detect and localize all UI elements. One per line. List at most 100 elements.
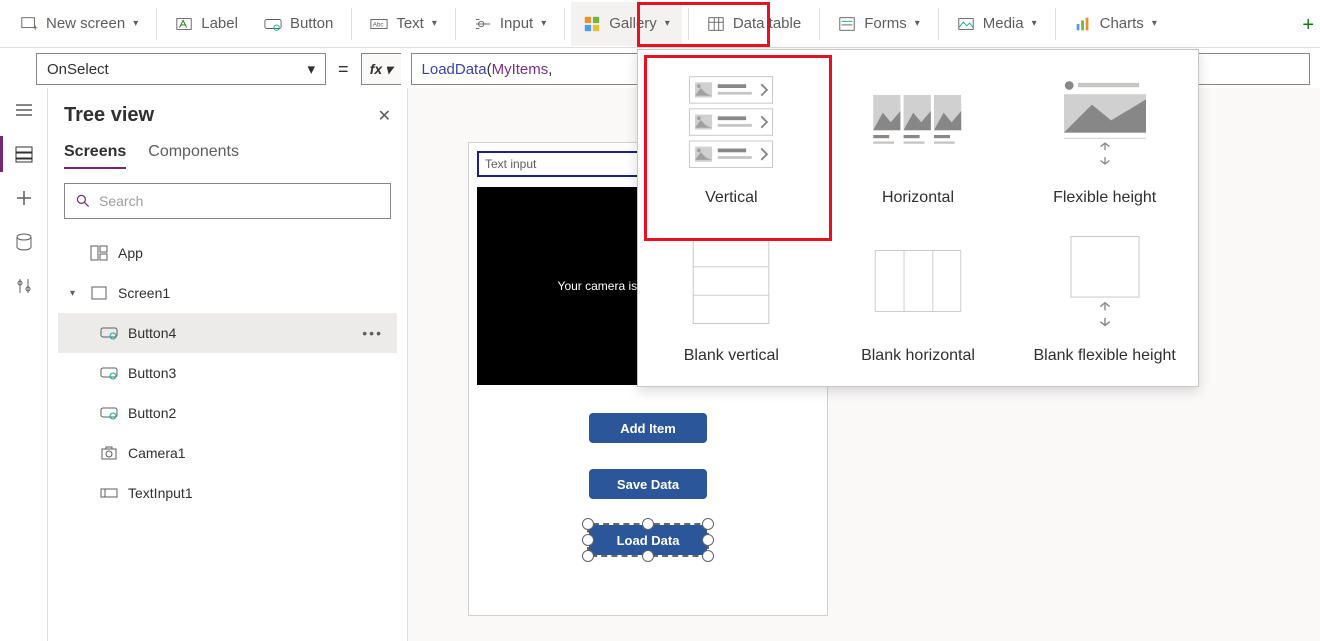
- close-icon[interactable]: ✕: [378, 106, 391, 126]
- tree-node-label: Screen1: [118, 285, 170, 301]
- input-icon: [474, 15, 492, 33]
- media-label: Media: [983, 15, 1024, 32]
- property-selector[interactable]: OnSelect ▾: [36, 53, 326, 85]
- canvas-load-data-button[interactable]: Load Data: [589, 525, 707, 555]
- canvas-add-item-button[interactable]: Add Item: [589, 413, 707, 443]
- gallery-option-blank-horizontal[interactable]: Blank horizontal: [825, 226, 1012, 366]
- insert-ribbon: + New screen ▾ Label Button Abc Text ▾ I…: [0, 0, 1320, 48]
- gallery-option-blank-vertical[interactable]: Blank vertical: [638, 226, 825, 366]
- gallery-option-horizontal[interactable]: Horizontal: [825, 68, 1012, 208]
- input-button[interactable]: Input ▾: [462, 2, 558, 46]
- gallery-blank-flexible-icon: [1055, 226, 1155, 336]
- resize-handle[interactable]: [702, 518, 714, 530]
- canvas-save-data-button[interactable]: Save Data: [589, 469, 707, 499]
- tree-search-input[interactable]: Search: [64, 183, 391, 219]
- camera-icon: [100, 444, 118, 462]
- resize-handle[interactable]: [702, 534, 714, 546]
- chevron-down-icon: ▾: [432, 18, 437, 29]
- tree-node-button4[interactable]: Button4 •••: [58, 313, 397, 353]
- tab-screens[interactable]: Screens: [64, 143, 126, 169]
- ribbon-separator: [351, 8, 352, 40]
- tree-view-title: Tree view: [64, 104, 154, 127]
- new-screen-label: New screen: [46, 15, 125, 32]
- ribbon-separator: [819, 8, 820, 40]
- text-icon: Abc: [370, 15, 388, 33]
- ribbon-separator: [455, 8, 456, 40]
- chevron-down-icon: ▾: [915, 18, 920, 29]
- gallery-option-label: Blank horizontal: [861, 346, 975, 366]
- tree-node-label: Button2: [128, 405, 176, 421]
- data-table-button[interactable]: Data table: [695, 2, 813, 46]
- gallery-option-blank-flexible[interactable]: Blank flexible height: [1011, 226, 1198, 366]
- tree-node-label: Button3: [128, 365, 176, 381]
- search-placeholder: Search: [99, 193, 143, 209]
- more-icon[interactable]: •••: [362, 325, 383, 341]
- label-icon: [175, 15, 193, 33]
- gallery-blank-vertical-icon: [681, 226, 781, 336]
- gallery-flexible-icon: [1055, 68, 1155, 178]
- gallery-option-label: Flexible height: [1053, 188, 1156, 208]
- resize-handle[interactable]: [582, 534, 594, 546]
- tree-node-label: Button4: [128, 325, 176, 341]
- new-screen-button[interactable]: + New screen ▾: [8, 2, 150, 46]
- resize-handle[interactable]: [642, 550, 654, 562]
- text-label: Text: [396, 15, 424, 32]
- ribbon-separator: [156, 8, 157, 40]
- data-table-label: Data table: [733, 15, 801, 32]
- add-icon[interactable]: +: [1302, 14, 1314, 37]
- button-button[interactable]: Button: [252, 2, 345, 46]
- chevron-down-icon: ▾: [541, 18, 546, 29]
- ribbon-separator: [688, 8, 689, 40]
- gallery-option-flexible-height[interactable]: Flexible height: [1011, 68, 1198, 208]
- resize-handle[interactable]: [582, 518, 594, 530]
- resize-handle[interactable]: [642, 518, 654, 530]
- tree-node-button2[interactable]: Button2: [58, 393, 397, 433]
- media-button[interactable]: Media ▾: [945, 2, 1049, 46]
- gallery-button[interactable]: Gallery ▾: [571, 2, 682, 46]
- chevron-down-icon: ▾: [665, 18, 670, 29]
- label-button[interactable]: Label: [163, 2, 250, 46]
- charts-label: Charts: [1100, 15, 1144, 32]
- gallery-icon: [583, 15, 601, 33]
- chevron-down-icon: ▾: [1152, 18, 1157, 29]
- gallery-vertical-icon: [681, 68, 781, 178]
- gallery-option-vertical[interactable]: Vertical: [638, 68, 825, 208]
- svg-text:+: +: [33, 23, 38, 33]
- tools-icon[interactable]: [14, 276, 34, 296]
- formula-token-fn: LoadData: [422, 61, 487, 78]
- gallery-horizontal-icon: [868, 68, 968, 178]
- button-label: Button: [290, 15, 333, 32]
- ribbon-separator: [564, 8, 565, 40]
- charts-button[interactable]: Charts ▾: [1062, 2, 1169, 46]
- tree-view-icon[interactable]: [14, 144, 34, 164]
- resize-handle[interactable]: [702, 550, 714, 562]
- forms-icon: [838, 15, 856, 33]
- forms-label: Forms: [864, 15, 907, 32]
- chevron-down-icon[interactable]: ▾: [70, 288, 80, 299]
- fx-label[interactable]: fx▾: [361, 53, 401, 85]
- hamburger-icon[interactable]: [14, 100, 34, 120]
- button-icon: [264, 15, 282, 33]
- screen-icon: [90, 284, 108, 302]
- tree-node-label: App: [118, 245, 143, 261]
- insert-icon[interactable]: [14, 188, 34, 208]
- gallery-option-label: Horizontal: [882, 188, 954, 208]
- property-name: OnSelect: [47, 61, 109, 78]
- forms-button[interactable]: Forms ▾: [826, 2, 932, 46]
- resize-handle[interactable]: [582, 550, 594, 562]
- ribbon-separator: [938, 8, 939, 40]
- tree-view-panel: Tree view ✕ Screens Components Search Ap…: [48, 88, 408, 641]
- data-table-icon: [707, 15, 725, 33]
- data-icon[interactable]: [14, 232, 34, 252]
- new-screen-icon: +: [20, 15, 38, 33]
- gallery-option-label: Vertical: [705, 188, 757, 208]
- search-icon: [75, 193, 91, 209]
- tree-node-textinput1[interactable]: TextInput1: [58, 473, 397, 513]
- tab-components[interactable]: Components: [148, 143, 239, 169]
- tree-node-camera1[interactable]: Camera1: [58, 433, 397, 473]
- tree-node-app[interactable]: App: [58, 233, 397, 273]
- equals-sign: =: [336, 59, 351, 80]
- text-button[interactable]: Abc Text ▾: [358, 2, 449, 46]
- tree-node-screen1[interactable]: ▾ Screen1: [58, 273, 397, 313]
- tree-node-button3[interactable]: Button3: [58, 353, 397, 393]
